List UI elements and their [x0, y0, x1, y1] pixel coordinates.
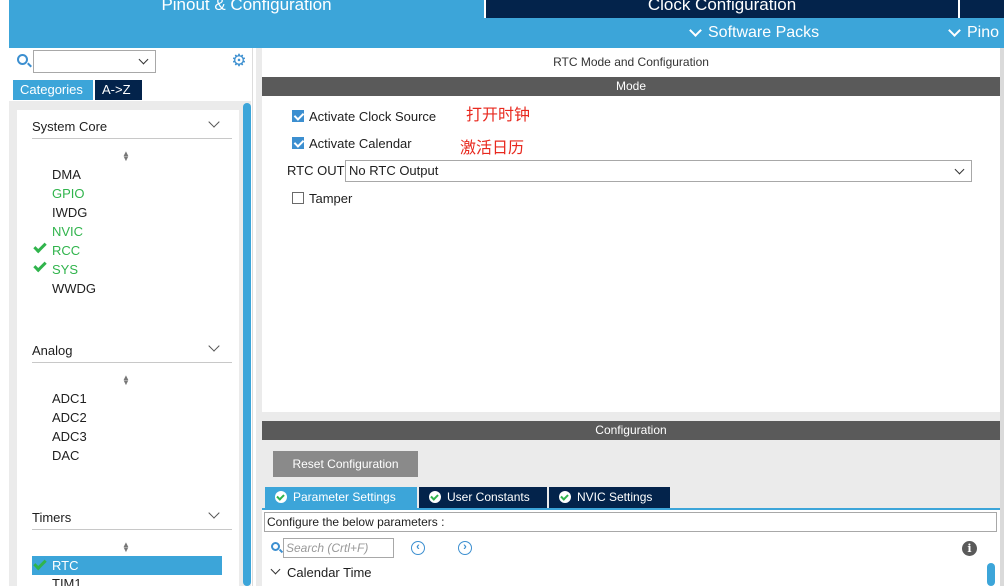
search-combo[interactable]: [33, 50, 156, 73]
chevron-down-icon[interactable]: [208, 116, 220, 128]
configure-text: Configure the below parameters :: [264, 512, 997, 532]
mode-panel: [262, 48, 1000, 412]
chevron-down-icon[interactable]: [208, 507, 220, 519]
parameter-search-input[interactable]: Search (Crtl+F): [283, 538, 394, 558]
list-item-nvic[interactable]: NVIC: [52, 224, 83, 239]
list-item-wwdg[interactable]: WWDG: [52, 281, 96, 296]
chevron-down-icon: [138, 54, 149, 65]
tab-categories[interactable]: Categories: [13, 80, 93, 100]
configuration-header: Configuration: [262, 421, 1000, 440]
check-circle-icon: [429, 491, 441, 503]
gear-icon[interactable]: ⚙: [231, 52, 247, 69]
calendar-time-group[interactable]: Calendar Time: [287, 565, 372, 580]
reset-configuration-button[interactable]: Reset Configuration: [273, 451, 418, 477]
tab-user-constants[interactable]: User Constants: [419, 487, 547, 508]
sub-menu-bar: Software Packs Pino: [9, 18, 1004, 48]
section-divider: [32, 138, 232, 139]
list-item-tim1[interactable]: TIM1: [52, 576, 82, 586]
section-system-core[interactable]: System Core: [32, 119, 107, 134]
tab-clock-configuration[interactable]: Clock Configuration: [486, 0, 958, 18]
list-item-rcc[interactable]: RCC: [52, 243, 80, 258]
tamper-label[interactable]: Tamper: [309, 191, 352, 206]
sort-icon[interactable]: ▲ ▼: [122, 541, 130, 554]
rtc-out-label: RTC OUT: [287, 163, 345, 178]
activate-calendar-label[interactable]: Activate Calendar: [309, 136, 412, 151]
software-packs-menu[interactable]: Software Packs: [689, 24, 820, 42]
list-item-adc2[interactable]: ADC2: [52, 410, 87, 425]
tab-label: User Constants: [447, 490, 530, 504]
check-icon: [33, 239, 47, 254]
mode-header: Mode: [262, 77, 1000, 96]
list-item-adc1[interactable]: ADC1: [52, 391, 87, 406]
annotation-activate-calendar: 激活日历: [460, 140, 525, 157]
software-packs-label: Software Packs: [708, 24, 820, 41]
search-icon: [271, 542, 280, 551]
check-circle-icon: [275, 491, 287, 503]
sort-icon[interactable]: ▲ ▼: [122, 150, 130, 163]
section-analog[interactable]: Analog: [32, 343, 72, 358]
category-list: System Core ▲ ▼ DMA GPIO IWDG NVIC RCC SY…: [17, 110, 239, 586]
tab-label: NVIC Settings: [577, 490, 653, 504]
chevron-down-icon: [948, 24, 961, 37]
activate-clock-source-label[interactable]: Activate Clock Source: [309, 109, 436, 124]
section-divider: [32, 362, 232, 363]
next-icon[interactable]: ›: [458, 541, 472, 555]
chevron-down-icon: [689, 24, 702, 37]
tab-a-z[interactable]: A->Z: [95, 80, 142, 100]
previous-icon[interactable]: ‹: [411, 541, 425, 555]
list-item-iwdg[interactable]: IWDG: [52, 205, 87, 220]
right-edge: [1000, 48, 1004, 586]
activate-clock-source-checkbox[interactable]: [292, 110, 304, 122]
param-scrollbar[interactable]: [987, 563, 995, 586]
panel-title: RTC Mode and Configuration: [553, 55, 709, 69]
tab-parameter-settings[interactable]: Parameter Settings: [265, 487, 417, 508]
search-icon: [17, 54, 28, 65]
activate-calendar-checkbox[interactable]: [292, 137, 304, 149]
rtc-out-value: No RTC Output: [349, 163, 439, 178]
tab-overflow[interactable]: [960, 0, 1004, 18]
check-icon: [33, 258, 47, 273]
list-item-dma[interactable]: DMA: [52, 167, 81, 182]
annotation-open-clock: 打开时钟: [466, 107, 531, 124]
list-item-rtc[interactable]: RTC: [52, 558, 78, 573]
pinout-menu-label: Pino: [967, 24, 1000, 41]
sort-icon[interactable]: ▲ ▼: [122, 374, 130, 387]
tamper-checkbox[interactable]: [292, 192, 304, 204]
list-item-sys[interactable]: SYS: [52, 262, 78, 277]
tab-label: Parameter Settings: [293, 490, 396, 504]
section-divider: [32, 529, 232, 530]
info-icon[interactable]: i: [962, 541, 977, 556]
pinout-menu[interactable]: Pino: [948, 24, 1000, 42]
chevron-down-icon: [954, 164, 965, 175]
tab-nvic-settings[interactable]: NVIC Settings: [549, 487, 670, 508]
tab-pinout-configuration[interactable]: Pinout & Configuration: [9, 0, 484, 18]
list-item-adc3[interactable]: ADC3: [52, 429, 87, 444]
check-circle-icon: [559, 491, 571, 503]
section-timers[interactable]: Timers: [32, 510, 71, 525]
list-item-gpio[interactable]: GPIO: [52, 186, 85, 201]
rtc-out-select[interactable]: No RTC Output: [345, 160, 972, 182]
left-scrollbar[interactable]: [243, 103, 251, 586]
list-item-dac[interactable]: DAC: [52, 448, 79, 463]
chevron-down-icon[interactable]: [208, 340, 220, 352]
